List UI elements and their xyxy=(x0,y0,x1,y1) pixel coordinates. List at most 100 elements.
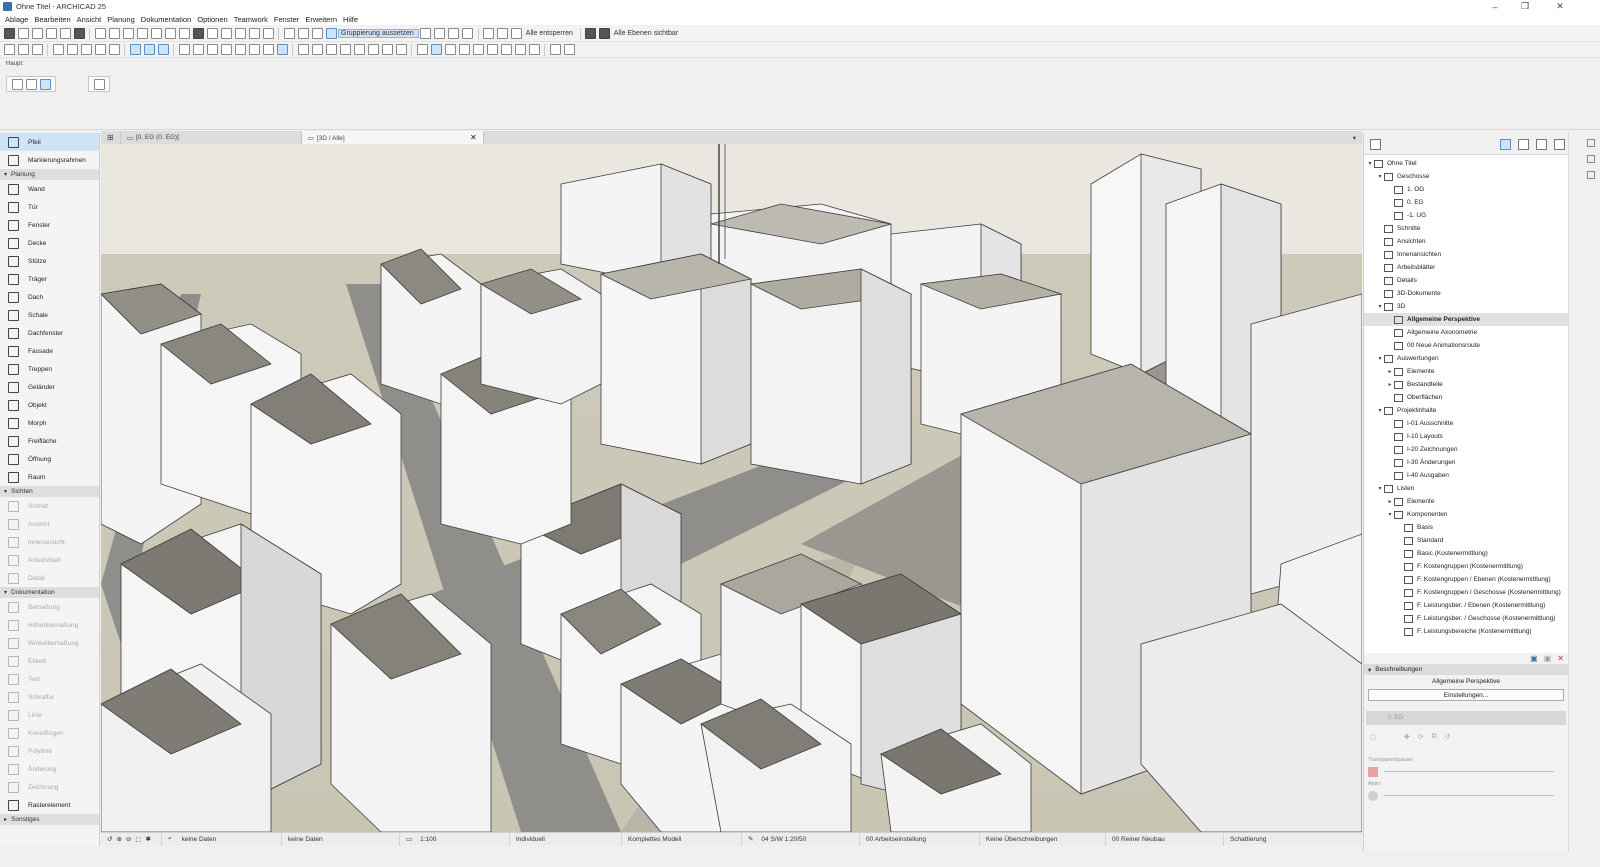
tool-oeffnung[interactable]: Öffnung xyxy=(0,450,99,468)
snap-guides-icon[interactable] xyxy=(143,44,155,55)
save-icon[interactable] xyxy=(3,44,15,55)
navigator-node[interactable]: -1. UG xyxy=(1364,209,1568,222)
navigator-node[interactable]: ▾ 3D xyxy=(1364,300,1568,313)
tag-icon[interactable] xyxy=(528,44,540,55)
tool-pfeil[interactable]: Pfeil xyxy=(0,133,99,151)
edit-group-icon[interactable] xyxy=(311,28,323,39)
tool-winkelbemassung[interactable]: Winkelbemaßung xyxy=(0,634,99,652)
navigator-node[interactable]: I-01 Ausschnitte xyxy=(1364,417,1568,430)
resize-icon[interactable] xyxy=(353,44,365,55)
menu-fenster[interactable]: Fenster xyxy=(271,15,302,24)
undo-icon[interactable] xyxy=(17,44,29,55)
close-tab-icon[interactable]: ✕ xyxy=(470,133,477,142)
navigator-node[interactable]: Details xyxy=(1364,274,1568,287)
building-material-icon[interactable] xyxy=(192,28,204,39)
syringe-icon[interactable] xyxy=(94,44,106,55)
menu-teamwork[interactable]: Teamwork xyxy=(231,15,271,24)
receive-icon[interactable] xyxy=(45,28,57,39)
delete-icon[interactable]: ✕ xyxy=(1557,654,1564,663)
dimension-field[interactable]: 00 Arbeitseinstellung xyxy=(860,832,980,846)
navigator-node[interactable]: Schnitte xyxy=(1364,222,1568,235)
close-window-icon[interactable]: ✕ xyxy=(1545,0,1575,13)
section-box-icon[interactable] xyxy=(472,44,484,55)
redo-icon[interactable] xyxy=(31,44,43,55)
navigator-node[interactable]: F. Kostengruppen / Ebenen (Kostenermittl… xyxy=(1364,573,1568,586)
tool-innenansicht[interactable]: Innenansicht xyxy=(0,533,99,551)
tool-schnitt[interactable]: Schnitt xyxy=(0,497,99,515)
layers-icon[interactable] xyxy=(59,28,71,39)
intersect-icon[interactable] xyxy=(297,44,309,55)
tool-objekt[interactable]: Objekt xyxy=(0,396,99,414)
profile-icon[interactable] xyxy=(150,28,162,39)
line-type-icon[interactable] xyxy=(108,28,120,39)
navigator-options-icon[interactable] xyxy=(1370,139,1381,150)
inject-icon[interactable] xyxy=(66,44,78,55)
expand-toggle-icon[interactable]: ▾ xyxy=(1376,303,1384,310)
tool-hoehenbemassung[interactable]: Höhenbemaßung xyxy=(0,616,99,634)
split-icon[interactable] xyxy=(262,44,274,55)
camera-icon[interactable] xyxy=(486,44,498,55)
home-icon[interactable] xyxy=(262,28,274,39)
send-to-back-icon[interactable] xyxy=(462,28,474,39)
navigator-node[interactable]: ▾ Ohne Titel xyxy=(1364,157,1568,170)
clone-icon[interactable]: ▣ xyxy=(1544,654,1552,663)
expand-toggle-icon[interactable]: ▾ xyxy=(1376,485,1384,492)
maximize-icon[interactable]: ❐ xyxy=(1510,0,1540,13)
tool-morph[interactable]: Morph xyxy=(0,414,99,432)
tool-arbeitsblatt[interactable]: Arbeitsblatt xyxy=(0,551,99,569)
view-tool-icon[interactable]: ◻ xyxy=(1370,733,1376,741)
renovation-icon[interactable] xyxy=(206,28,218,39)
3d-window-icon[interactable] xyxy=(430,44,442,55)
walk-icon[interactable]: ✱ xyxy=(146,835,151,843)
navigator-node[interactable]: F. Kostengruppen / Geschosse (Kostenermi… xyxy=(1364,586,1568,599)
add-icon[interactable]: ✚ xyxy=(1404,733,1410,741)
tool-decke[interactable]: Decke xyxy=(0,234,99,252)
view-map-icon[interactable] xyxy=(1518,139,1529,150)
suspend-groups-icon[interactable] xyxy=(276,44,288,55)
panel-icon[interactable] xyxy=(1587,171,1595,179)
group-suspend-button[interactable]: Gruppierung aussetzen xyxy=(338,29,419,38)
tab-floor-plan[interactable]: ▭ [0. EG (0. EG)] xyxy=(121,131,302,144)
menu-bearbeiten[interactable]: Bearbeiten xyxy=(31,15,73,24)
navigator-node[interactable]: Innenansichten xyxy=(1364,248,1568,261)
send-icon[interactable] xyxy=(31,28,43,39)
expand-toggle-icon[interactable]: ▾ xyxy=(1386,511,1394,518)
model-view-field[interactable]: Komplettes Modell xyxy=(622,832,742,846)
navigator-node[interactable]: Ansichten xyxy=(1364,235,1568,248)
zoom-out-icon[interactable]: ⊖ xyxy=(126,835,131,843)
navigator-node[interactable]: I-20 Zeichnungen xyxy=(1364,443,1568,456)
tool-wand[interactable]: Wand xyxy=(0,180,99,198)
tool-traeger[interactable]: Träger xyxy=(0,270,99,288)
surface-icon[interactable] xyxy=(178,28,190,39)
tool-etikett[interactable]: Etikett xyxy=(0,652,99,670)
tool-fenster[interactable]: Fenster xyxy=(0,216,99,234)
cursor-snap-icon[interactable] xyxy=(108,44,120,55)
3d-style-icon[interactable] xyxy=(444,44,456,55)
project-map-icon[interactable] xyxy=(1500,139,1511,150)
tool-bemassung[interactable]: Bemaßung xyxy=(0,598,99,616)
navigator-node[interactable]: ▸ Elemente xyxy=(1364,495,1568,508)
unlock-all-button[interactable]: Alle entsperren xyxy=(524,30,577,37)
perspective-icon[interactable] xyxy=(458,44,470,55)
navigator-node[interactable]: ▸ Elemente xyxy=(1364,365,1568,378)
navigator-node[interactable]: 0. EG xyxy=(1364,196,1568,209)
properties-header[interactable]: ▾ Beschreibungen xyxy=(1364,664,1568,675)
panel-icon[interactable] xyxy=(1587,139,1595,147)
expand-toggle-icon[interactable]: ▸ xyxy=(1386,368,1394,375)
book-icon[interactable] xyxy=(73,28,85,39)
transparency-slider[interactable] xyxy=(1364,765,1568,779)
menu-erweitern[interactable]: Erweitern xyxy=(302,15,340,24)
shadow-icon[interactable] xyxy=(514,44,526,55)
copy-icon[interactable]: ⧉ xyxy=(1432,733,1437,741)
navigator-node[interactable]: F. Kostengruppen (Kostenermittlung) xyxy=(1364,560,1568,573)
publisher-icon[interactable] xyxy=(1554,139,1565,150)
menu-hilfe[interactable]: Hilfe xyxy=(340,15,361,24)
selection-lasso-icon[interactable] xyxy=(39,78,51,90)
send-backward-icon[interactable] xyxy=(434,28,446,39)
tool-dach[interactable]: Dach xyxy=(0,288,99,306)
tool-fassade[interactable]: Fassade xyxy=(0,342,99,360)
renovation-field[interactable]: 00 Reiner Neubau xyxy=(1106,832,1224,846)
shading-field[interactable]: Schattierung xyxy=(1224,833,1324,846)
unlock-all-icon[interactable] xyxy=(511,28,523,39)
expand-toggle-icon[interactable]: ▸ xyxy=(1386,381,1394,388)
